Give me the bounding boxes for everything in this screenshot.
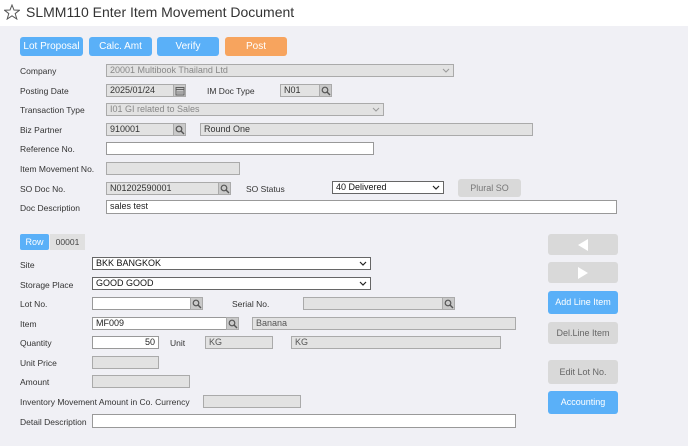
edit-lot-no-button[interactable]: Edit Lot No. — [548, 360, 618, 384]
transaction-type-label: Transaction Type — [20, 105, 85, 115]
so-status-select[interactable]: 40 Delivered — [332, 181, 444, 194]
amount-label: Amount — [20, 377, 50, 387]
lot-proposal-button[interactable]: Lot Proposal — [20, 37, 83, 56]
serial-no-search-button[interactable] — [442, 297, 455, 310]
chevron-down-icon — [359, 261, 367, 266]
company-label: Company — [20, 66, 57, 76]
verify-button[interactable]: Verify — [157, 37, 219, 56]
item-movement-no-field — [106, 162, 240, 175]
serial-no-field — [303, 297, 443, 310]
item-search-button[interactable] — [226, 317, 239, 330]
im-doc-type-field[interactable]: N01 — [280, 84, 320, 97]
im-doc-type-search-button[interactable] — [319, 84, 332, 97]
detail-description-input[interactable] — [92, 414, 516, 428]
transaction-type-select: I01 GI related to Sales — [106, 103, 384, 116]
storage-place-value: GOOD GOOD — [96, 278, 154, 288]
title-bar: SLMM110 Enter Item Movement Document — [0, 0, 688, 26]
site-select[interactable]: BKK BANGKOK — [92, 257, 371, 270]
so-doc-no-label: SO Doc No. — [20, 184, 66, 194]
item-label: Item — [20, 319, 37, 329]
posting-date-field[interactable]: 2025/01/24 — [106, 84, 174, 97]
search-icon — [192, 299, 202, 309]
storage-place-select[interactable]: GOOD GOOD — [92, 277, 371, 290]
biz-partner-search-button[interactable] — [173, 123, 186, 136]
calc-amt-button[interactable]: Calc. Amt — [89, 37, 152, 56]
amount-field — [92, 375, 190, 388]
search-icon — [228, 319, 238, 329]
storage-place-label: Storage Place — [20, 280, 74, 290]
star-icon[interactable] — [4, 4, 20, 20]
row-number: 00001 — [50, 234, 85, 250]
next-row-button[interactable] — [548, 262, 618, 283]
reference-no-label: Reference No. — [20, 144, 75, 154]
unit-name-field: KG — [291, 336, 501, 349]
row-tab[interactable]: Row — [20, 234, 49, 250]
lot-no-search-button[interactable] — [190, 297, 203, 310]
unit-price-field — [92, 356, 159, 369]
unit-code-field: KG — [205, 336, 273, 349]
search-icon — [220, 184, 230, 194]
prev-row-button[interactable] — [548, 234, 618, 255]
arrow-right-icon — [578, 267, 588, 279]
posting-date-label: Posting Date — [20, 86, 69, 96]
so-doc-no-search-button[interactable] — [218, 182, 231, 195]
accounting-button[interactable]: Accounting — [548, 391, 618, 414]
calendar-button[interactable] — [173, 84, 186, 97]
site-label: Site — [20, 260, 35, 270]
post-button[interactable]: Post — [225, 37, 287, 56]
search-icon — [321, 86, 331, 96]
site-value: BKK BANGKOK — [96, 258, 162, 268]
inventory-amount-label: Inventory Movement Amount in Co. Currenc… — [20, 397, 190, 407]
chevron-down-icon — [432, 185, 440, 190]
biz-partner-code-field[interactable]: 910001 — [106, 123, 174, 136]
lot-no-input[interactable] — [92, 297, 191, 310]
unit-label: Unit — [170, 338, 186, 348]
item-movement-no-label: Item Movement No. — [20, 164, 95, 174]
im-doc-type-label: IM Doc Type — [207, 86, 255, 96]
chevron-down-icon — [359, 281, 367, 286]
transaction-type-value: I01 GI related to Sales — [110, 104, 200, 114]
so-doc-no-field[interactable]: N01202590001 — [106, 182, 219, 195]
doc-description-label: Doc Description — [20, 203, 80, 213]
lot-no-label: Lot No. — [20, 299, 48, 309]
search-icon — [175, 125, 185, 135]
item-code-input[interactable]: MF009 — [92, 317, 227, 330]
del-line-item-button[interactable]: Del.Line Item — [548, 322, 618, 344]
page-title: SLMM110 Enter Item Movement Document — [26, 4, 295, 20]
biz-partner-label: Biz Partner — [20, 125, 63, 135]
inventory-amount-field — [203, 395, 301, 408]
quantity-input[interactable]: 50 — [92, 336, 159, 349]
chevron-down-icon — [442, 68, 450, 73]
plural-so-button[interactable]: Plural SO — [458, 179, 521, 197]
arrow-left-icon — [578, 239, 588, 251]
add-line-item-button[interactable]: Add Line Item — [548, 291, 618, 314]
calendar-icon — [175, 87, 185, 96]
chevron-down-icon — [372, 107, 380, 112]
reference-no-input[interactable] — [106, 142, 374, 155]
detail-description-label: Detail Description — [20, 417, 87, 427]
item-name-field: Banana — [252, 317, 516, 330]
quantity-label: Quantity — [20, 338, 52, 348]
company-value: 20001 Multibook Thailand Ltd — [110, 65, 228, 75]
search-icon — [444, 299, 454, 309]
company-select: 20001 Multibook Thailand Ltd — [106, 64, 454, 77]
serial-no-label: Serial No. — [232, 299, 270, 309]
unit-price-label: Unit Price — [20, 358, 57, 368]
doc-description-input[interactable]: sales test — [106, 200, 617, 214]
so-status-value: 40 Delivered — [336, 182, 387, 192]
so-status-label: SO Status — [246, 184, 285, 194]
biz-partner-name-field: Round One — [200, 123, 533, 136]
